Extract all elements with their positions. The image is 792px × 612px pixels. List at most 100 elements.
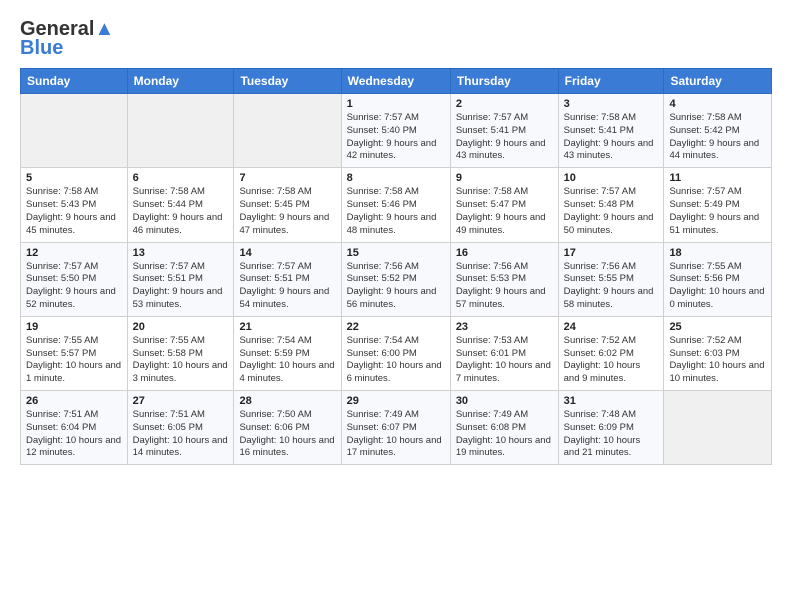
calendar-day-cell: 29Sunrise: 7:49 AM Sunset: 6:07 PM Dayli…	[341, 391, 450, 465]
day-info: Sunrise: 7:49 AM Sunset: 6:08 PM Dayligh…	[456, 409, 553, 460]
calendar-header-cell: Saturday	[664, 69, 772, 94]
day-number: 3	[564, 98, 659, 110]
calendar-day-cell	[127, 94, 234, 168]
day-info: Sunrise: 7:57 AM Sunset: 5:41 PM Dayligh…	[456, 112, 553, 163]
calendar-day-cell: 9 Sunrise: 7:58 AM Sunset: 5:47 PM Daylig…	[450, 168, 558, 242]
calendar-day-cell	[664, 391, 772, 465]
day-info: Sunrise: 7:58 AM Sunset: 5:43 PM Dayligh…	[26, 186, 122, 237]
day-info: Sunrise: 7:55 AM Sunset: 5:58 PM Dayligh…	[133, 335, 229, 386]
calendar-day-cell	[234, 94, 341, 168]
day-info: Sunrise: 7:49 AM Sunset: 6:07 PM Dayligh…	[347, 409, 445, 460]
day-info: Sunrise: 7:57 AM Sunset: 5:40 PM Dayligh…	[347, 112, 445, 163]
day-number: 28	[239, 395, 335, 407]
day-info: Sunrise: 7:48 AM Sunset: 6:09 PM Dayligh…	[564, 409, 659, 460]
day-number: 14	[239, 247, 335, 259]
day-info: Sunrise: 7:56 AM Sunset: 5:55 PM Dayligh…	[564, 261, 659, 312]
day-info: Sunrise: 7:57 AM Sunset: 5:48 PM Dayligh…	[564, 186, 659, 237]
day-number: 30	[456, 395, 553, 407]
calendar-day-cell	[21, 94, 128, 168]
day-number: 7	[239, 172, 335, 184]
day-info: Sunrise: 7:58 AM Sunset: 5:44 PM Dayligh…	[133, 186, 229, 237]
day-number: 9	[456, 172, 553, 184]
header: General▲ Blue	[20, 18, 772, 58]
day-info: Sunrise: 7:56 AM Sunset: 5:52 PM Dayligh…	[347, 261, 445, 312]
calendar-table: SundayMondayTuesdayWednesdayThursdayFrid…	[20, 68, 772, 465]
day-number: 12	[26, 247, 122, 259]
day-number: 25	[669, 321, 766, 333]
day-number: 2	[456, 98, 553, 110]
calendar-day-cell: 11Sunrise: 7:57 AM Sunset: 5:49 PM Dayli…	[664, 168, 772, 242]
calendar-day-cell: 8 Sunrise: 7:58 AM Sunset: 5:46 PM Daylig…	[341, 168, 450, 242]
day-info: Sunrise: 7:53 AM Sunset: 6:01 PM Dayligh…	[456, 335, 553, 386]
calendar-day-cell: 20 Sunrise: 7:55 AM Sunset: 5:58 PM Dayli…	[127, 316, 234, 390]
logo: General▲ Blue	[20, 18, 114, 58]
logo-subtext: Blue	[20, 38, 63, 58]
calendar-day-cell: 30 Sunrise: 7:49 AM Sunset: 6:08 PM Dayli…	[450, 391, 558, 465]
page: General▲ Blue SundayMondayTuesdayWednesd…	[0, 0, 792, 612]
day-number: 6	[133, 172, 229, 184]
day-number: 18	[669, 247, 766, 259]
day-info: Sunrise: 7:58 AM Sunset: 5:46 PM Dayligh…	[347, 186, 445, 237]
calendar-day-cell: 27 Sunrise: 7:51 AM Sunset: 6:05 PM Dayli…	[127, 391, 234, 465]
day-info: Sunrise: 7:55 AM Sunset: 5:56 PM Dayligh…	[669, 261, 766, 312]
calendar-body: 1 Sunrise: 7:57 AM Sunset: 5:40 PM Daylig…	[21, 94, 772, 465]
day-info: Sunrise: 7:58 AM Sunset: 5:42 PM Dayligh…	[669, 112, 766, 163]
calendar-day-cell: 3 Sunrise: 7:58 AM Sunset: 5:41 PM Daylig…	[558, 94, 664, 168]
calendar-day-cell: 2 Sunrise: 7:57 AM Sunset: 5:41 PM Daylig…	[450, 94, 558, 168]
calendar-day-cell: 24Sunrise: 7:52 AM Sunset: 6:02 PM Dayli…	[558, 316, 664, 390]
calendar-day-cell: 6 Sunrise: 7:58 AM Sunset: 5:44 PM Daylig…	[127, 168, 234, 242]
day-number: 17	[564, 247, 659, 259]
day-info: Sunrise: 7:57 AM Sunset: 5:51 PM Dayligh…	[239, 261, 335, 312]
calendar-week-row: 5 Sunrise: 7:58 AM Sunset: 5:43 PM Daylig…	[21, 168, 772, 242]
calendar-day-cell: 1 Sunrise: 7:57 AM Sunset: 5:40 PM Daylig…	[341, 94, 450, 168]
calendar-day-cell: 28 Sunrise: 7:50 AM Sunset: 6:06 PM Dayli…	[234, 391, 341, 465]
calendar-day-cell: 5 Sunrise: 7:58 AM Sunset: 5:43 PM Daylig…	[21, 168, 128, 242]
day-number: 8	[347, 172, 445, 184]
day-number: 16	[456, 247, 553, 259]
day-info: Sunrise: 7:58 AM Sunset: 5:47 PM Dayligh…	[456, 186, 553, 237]
day-number: 21	[239, 321, 335, 333]
day-info: Sunrise: 7:58 AM Sunset: 5:45 PM Dayligh…	[239, 186, 335, 237]
calendar-day-cell: 26Sunrise: 7:51 AM Sunset: 6:04 PM Dayli…	[21, 391, 128, 465]
day-number: 5	[26, 172, 122, 184]
day-info: Sunrise: 7:54 AM Sunset: 5:59 PM Dayligh…	[239, 335, 335, 386]
calendar-header-cell: Friday	[558, 69, 664, 94]
day-number: 20	[133, 321, 229, 333]
calendar-day-cell: 13 Sunrise: 7:57 AM Sunset: 5:51 PM Dayli…	[127, 242, 234, 316]
calendar-day-cell: 7 Sunrise: 7:58 AM Sunset: 5:45 PM Daylig…	[234, 168, 341, 242]
day-number: 22	[347, 321, 445, 333]
calendar-header-cell: Wednesday	[341, 69, 450, 94]
calendar-day-cell: 12Sunrise: 7:57 AM Sunset: 5:50 PM Dayli…	[21, 242, 128, 316]
day-info: Sunrise: 7:51 AM Sunset: 6:05 PM Dayligh…	[133, 409, 229, 460]
day-info: Sunrise: 7:50 AM Sunset: 6:06 PM Dayligh…	[239, 409, 335, 460]
calendar-day-cell: 16 Sunrise: 7:56 AM Sunset: 5:53 PM Dayli…	[450, 242, 558, 316]
calendar-day-cell: 22 Sunrise: 7:54 AM Sunset: 6:00 PM Dayli…	[341, 316, 450, 390]
day-number: 11	[669, 172, 766, 184]
calendar-header-cell: Monday	[127, 69, 234, 94]
calendar-day-cell: 14 Sunrise: 7:57 AM Sunset: 5:51 PM Dayli…	[234, 242, 341, 316]
calendar-day-cell: 10Sunrise: 7:57 AM Sunset: 5:48 PM Dayli…	[558, 168, 664, 242]
calendar-week-row: 19Sunrise: 7:55 AM Sunset: 5:57 PM Dayli…	[21, 316, 772, 390]
calendar-day-cell: 21 Sunrise: 7:54 AM Sunset: 5:59 PM Dayli…	[234, 316, 341, 390]
day-info: Sunrise: 7:52 AM Sunset: 6:03 PM Dayligh…	[669, 335, 766, 386]
day-number: 23	[456, 321, 553, 333]
day-number: 26	[26, 395, 122, 407]
day-info: Sunrise: 7:54 AM Sunset: 6:00 PM Dayligh…	[347, 335, 445, 386]
day-number: 4	[669, 98, 766, 110]
day-info: Sunrise: 7:56 AM Sunset: 5:53 PM Dayligh…	[456, 261, 553, 312]
day-number: 13	[133, 247, 229, 259]
day-info: Sunrise: 7:58 AM Sunset: 5:41 PM Dayligh…	[564, 112, 659, 163]
calendar-day-cell: 31 Sunrise: 7:48 AM Sunset: 6:09 PM Dayli…	[558, 391, 664, 465]
calendar-week-row: 12Sunrise: 7:57 AM Sunset: 5:50 PM Dayli…	[21, 242, 772, 316]
day-info: Sunrise: 7:55 AM Sunset: 5:57 PM Dayligh…	[26, 335, 122, 386]
day-info: Sunrise: 7:57 AM Sunset: 5:51 PM Dayligh…	[133, 261, 229, 312]
day-number: 27	[133, 395, 229, 407]
calendar-header-row: SundayMondayTuesdayWednesdayThursdayFrid…	[21, 69, 772, 94]
calendar-header-cell: Tuesday	[234, 69, 341, 94]
day-number: 31	[564, 395, 659, 407]
calendar-week-row: 1 Sunrise: 7:57 AM Sunset: 5:40 PM Daylig…	[21, 94, 772, 168]
day-number: 1	[347, 98, 445, 110]
calendar-day-cell: 25 Sunrise: 7:52 AM Sunset: 6:03 PM Dayli…	[664, 316, 772, 390]
calendar-day-cell: 4 Sunrise: 7:58 AM Sunset: 5:42 PM Daylig…	[664, 94, 772, 168]
day-info: Sunrise: 7:52 AM Sunset: 6:02 PM Dayligh…	[564, 335, 659, 386]
